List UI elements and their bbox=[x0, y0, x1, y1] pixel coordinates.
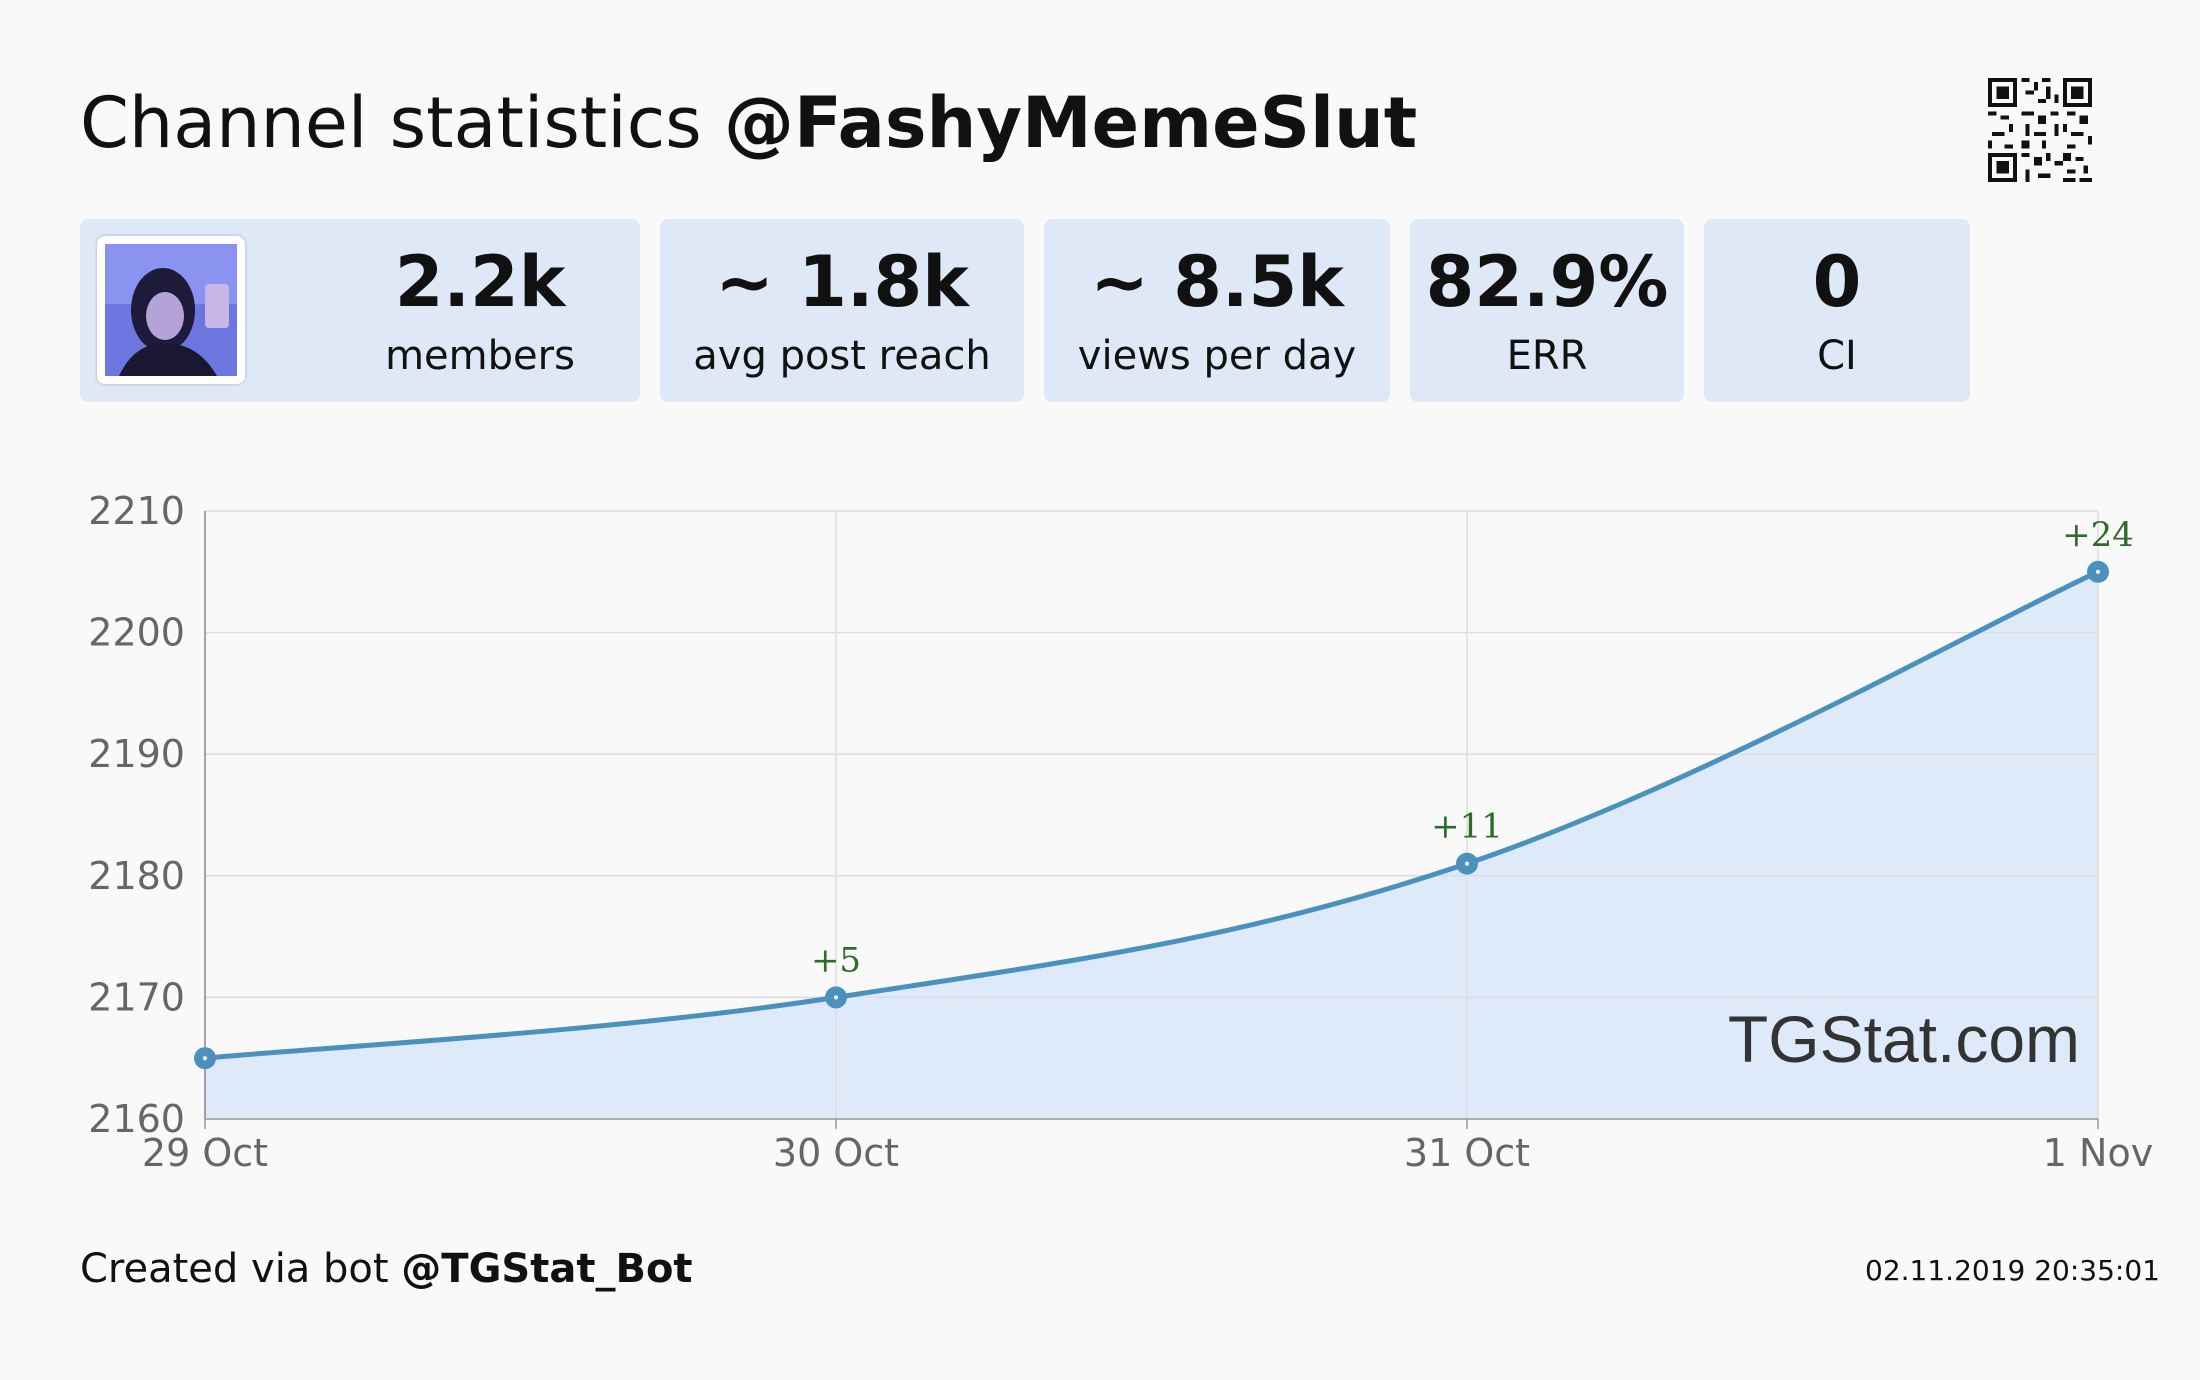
stat-value: ~ 8.5k bbox=[1090, 241, 1344, 323]
series-line bbox=[204, 569, 2100, 1061]
stat-label: ERR bbox=[1506, 333, 1588, 379]
timestamp: 02.11.2019 20:35:01 bbox=[1865, 1254, 2160, 1287]
stat-value: ~ 1.8k bbox=[715, 241, 969, 323]
stat-card-ci: 0 CI bbox=[1704, 219, 1970, 402]
data-point bbox=[825, 986, 847, 1009]
data-label: +5 bbox=[811, 940, 861, 980]
stat-label: CI bbox=[1817, 333, 1857, 379]
page-title: Channel statistics @FashyMemeSlut bbox=[80, 78, 1417, 168]
data-point-center bbox=[2096, 569, 2100, 574]
y-tick-label: 2190 bbox=[88, 732, 185, 776]
stat-value: 2.2k bbox=[394, 241, 566, 323]
x-tick-label: 1 Nov bbox=[2043, 1131, 2153, 1175]
footer-prefix: Created via bot bbox=[80, 1246, 389, 1292]
watermark-text: TGStat.com bbox=[1728, 1002, 2080, 1076]
stat-value: 0 bbox=[1812, 241, 1862, 323]
data-point bbox=[2087, 560, 2109, 583]
footer-credit: Created via bot @TGStat_Bot bbox=[80, 1244, 693, 1294]
stat-card-avg-post-reach: ~ 1.8k avg post reach bbox=[660, 219, 1024, 402]
y-tick-label: 2160 bbox=[88, 1097, 185, 1141]
avatar bbox=[97, 236, 245, 384]
chart-svg: 2160 2170 2180 2190 2200 2210 29 Oct 30 Oct 31 O… bbox=[88, 489, 2153, 1175]
data-label: +11 bbox=[1431, 807, 1503, 847]
x-tick-label: 31 Oct bbox=[1404, 1131, 1530, 1175]
stat-label: views per day bbox=[1077, 333, 1357, 379]
stat-card-members: 2.2k members bbox=[80, 219, 640, 402]
title-prefix: Channel statistics bbox=[80, 82, 702, 164]
members-chart: 2160 2170 2180 2190 2200 2210 29 Oct 30 Oct 31 O… bbox=[0, 0, 2200, 1380]
channel-handle: @FashyMemeSlut bbox=[723, 82, 1418, 164]
data-label: +24 bbox=[2062, 515, 2134, 555]
data-point bbox=[1456, 852, 1478, 875]
stat-card-err: 82.9% ERR bbox=[1410, 219, 1684, 402]
qr-code-icon bbox=[1988, 78, 2092, 182]
data-point bbox=[194, 1047, 216, 1070]
area-fill bbox=[205, 571, 2098, 1119]
data-point-center bbox=[834, 995, 838, 1000]
data-point-center bbox=[203, 1056, 207, 1061]
stat-card-views-per-day: ~ 8.5k views per day bbox=[1044, 219, 1390, 402]
stat-label: members bbox=[385, 333, 575, 379]
y-tick-label: 2180 bbox=[88, 854, 185, 898]
bot-handle: @TGStat_Bot bbox=[401, 1246, 693, 1292]
x-tick-label: 30 Oct bbox=[773, 1131, 899, 1175]
x-tick-label: 29 Oct bbox=[142, 1131, 268, 1175]
stat-label: avg post reach bbox=[693, 333, 991, 379]
stat-value: 82.9% bbox=[1425, 241, 1669, 323]
y-tick-label: 2200 bbox=[88, 611, 185, 655]
data-point-center bbox=[1465, 861, 1469, 866]
y-tick-label: 2210 bbox=[88, 489, 185, 533]
y-tick-label: 2170 bbox=[88, 975, 185, 1019]
